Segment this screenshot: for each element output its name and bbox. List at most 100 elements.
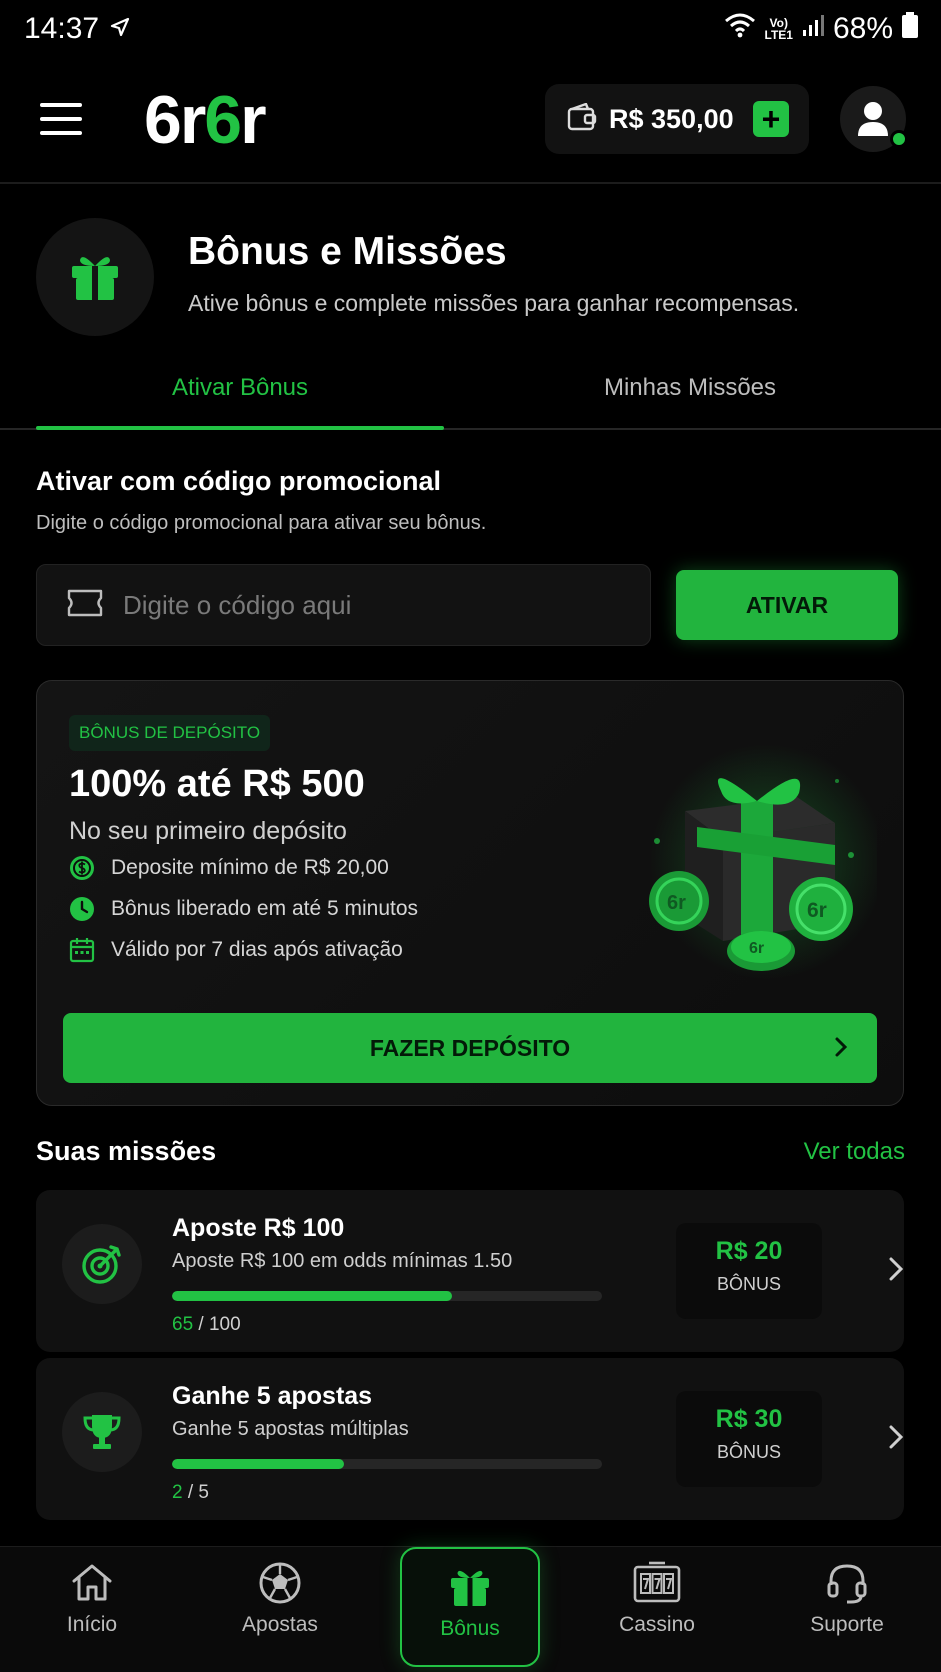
wallet-balance[interactable]: R$ 350,00 +: [545, 84, 809, 154]
active-tab-indicator: [36, 426, 444, 430]
make-deposit-label: FAZER DEPÓSITO: [369, 1034, 571, 1061]
bonus-feature-validity: Válido por 7 dias após ativação: [69, 937, 403, 963]
slot-machine-icon: [633, 1561, 681, 1603]
promo-section-description: Digite o código promocional para ativar …: [36, 512, 487, 534]
mission-progress-fill: [172, 1291, 452, 1301]
wallet-amount: R$ 350,00: [609, 103, 734, 134]
mission-card[interactable]: Ganhe 5 apostas Ganhe 5 apostas múltipla…: [36, 1358, 904, 1520]
promo-code-input[interactable]: [123, 589, 583, 621]
see-all-missions-link[interactable]: Ver todas: [804, 1138, 905, 1166]
battery-icon: [901, 11, 919, 47]
add-funds-button[interactable]: +: [753, 101, 789, 137]
wallet-icon: [567, 101, 597, 136]
mission-reward-label: BÔNUS: [716, 1274, 781, 1294]
mission-title: Aposte R$ 100: [172, 1214, 345, 1242]
mission-progress-current: 65: [172, 1314, 194, 1335]
mission-reward: R$ 20 BÔNUS: [676, 1223, 822, 1319]
gift-icon: [451, 1570, 489, 1606]
mission-reward-amount: R$ 30: [715, 1405, 783, 1433]
status-right: Vo) LTE1 68%: [723, 11, 920, 47]
brand-logo[interactable]: 6r6r: [144, 80, 267, 160]
coin-label: 6r: [749, 940, 764, 957]
coin-label: 6r: [667, 892, 686, 914]
bottom-navigation: Início Apostas Bônus Cassino Suporte: [0, 1546, 941, 1672]
nav-item-bonus[interactable]: Bônus: [400, 1547, 540, 1667]
coin-label: 6r: [807, 899, 827, 922]
mission-icon-wrap: [62, 1392, 142, 1472]
promo-code-field[interactable]: [36, 564, 651, 646]
mission-card[interactable]: Aposte R$ 100 Aposte R$ 100 em odds míni…: [36, 1190, 904, 1352]
bonus-feature-release-time: Bônus liberado em até 5 minutos: [69, 896, 418, 922]
ticket-icon: [67, 589, 103, 622]
hamburger-icon: [40, 103, 82, 135]
wifi-icon: [723, 12, 757, 46]
bonus-feature-text: Deposite mínimo de R$ 20,00: [111, 856, 389, 879]
mission-progress-count: 2 / 5: [172, 1482, 209, 1504]
mission-progress-count: 65 / 100: [172, 1314, 241, 1336]
mission-progress-total: / 100: [198, 1314, 241, 1335]
gift-icon: [72, 257, 118, 300]
bonus-badge: BÔNUS DE DEPÓSITO: [69, 715, 271, 751]
mission-icon-wrap: [62, 1224, 142, 1304]
logo-part-2: 6: [204, 82, 242, 158]
bonus-feature-text: Válido por 7 dias após ativação: [111, 938, 403, 961]
bonus-hero-icon: [36, 218, 154, 336]
mission-description: Ganhe 5 apostas múltiplas: [172, 1418, 409, 1440]
home-icon: [72, 1564, 112, 1601]
chevron-right-icon[interactable]: [888, 1424, 904, 1450]
nav-label: Bônus: [440, 1617, 500, 1640]
tab-my-missions[interactable]: Minhas Missões: [490, 374, 890, 402]
chevron-right-icon: [835, 1037, 848, 1057]
tab-bar: Ativar Bônus Minhas Missões: [0, 360, 941, 430]
mission-progress-fill: [172, 1459, 344, 1469]
logo-part-1: 6r: [144, 82, 206, 158]
battery-text: 68%: [832, 12, 893, 45]
bonus-feature-min-deposit: Deposite mínimo de R$ 20,00: [69, 855, 389, 881]
volte-indicator: Vo) LTE1: [765, 17, 793, 41]
soccer-ball-icon: [259, 1562, 301, 1604]
chevron-right-icon[interactable]: [888, 1256, 904, 1282]
status-left: 14:37: [24, 12, 131, 46]
bonus-headline: 100% até R$ 500: [69, 763, 365, 805]
nav-item-bets[interactable]: Apostas: [205, 1561, 355, 1661]
clock-icon: [70, 897, 94, 921]
mission-progress-total: / 5: [187, 1482, 209, 1503]
mission-progress-bar: [172, 1291, 602, 1301]
trophy-icon: [83, 1415, 121, 1449]
nav-item-support[interactable]: Suporte: [772, 1561, 922, 1661]
page-subtitle: Ative bônus e complete missões para ganh…: [188, 290, 800, 316]
make-deposit-button[interactable]: FAZER DEPÓSITO: [63, 1013, 877, 1083]
tab-activate-bonus[interactable]: Ativar Bônus: [36, 374, 444, 402]
user-icon: [858, 102, 888, 136]
mission-description: Aposte R$ 100 em odds mínimas 1.50: [172, 1250, 513, 1272]
status-bar: 14:37 Vo) LTE1 68%: [0, 0, 941, 58]
bonus-feature-text: Bônus liberado em até 5 minutos: [111, 897, 419, 920]
online-status-dot: [890, 130, 908, 148]
nav-label: Apostas: [242, 1613, 318, 1636]
mission-progress-bar: [172, 1459, 602, 1469]
mission-title: Ganhe 5 apostas: [172, 1382, 373, 1410]
nav-label: Cassino: [619, 1613, 695, 1636]
menu-button[interactable]: [40, 102, 82, 136]
mission-reward-amount: R$ 20: [715, 1237, 783, 1265]
deposit-bonus-card: BÔNUS DE DEPÓSITO 100% até R$ 500 No seu…: [36, 680, 904, 1106]
nav-item-home[interactable]: Início: [17, 1561, 167, 1661]
status-time: 14:37: [24, 12, 100, 45]
dollar-icon: [70, 856, 94, 880]
activate-button[interactable]: ATIVAR: [676, 570, 898, 640]
mission-reward: R$ 30 BÔNUS: [676, 1391, 822, 1487]
volte-bottom: LTE1: [764, 28, 793, 42]
mission-reward-label: BÔNUS: [716, 1442, 781, 1462]
navigation-arrow-icon: [109, 12, 131, 46]
missions-section-title: Suas missões: [36, 1136, 217, 1166]
user-avatar[interactable]: [840, 86, 908, 152]
page-title: Bônus e Missões: [188, 230, 507, 273]
app-header: 6r6r R$ 350,00 +: [0, 58, 941, 184]
gift-box-illustration: 6r 6r 6r: [649, 743, 877, 979]
bonus-subtitle: No seu primeiro depósito: [69, 817, 347, 845]
target-icon: [82, 1245, 121, 1284]
nav-item-casino[interactable]: Cassino: [582, 1561, 732, 1661]
calendar-icon: [69, 938, 95, 963]
promo-section-title: Ativar com código promocional: [36, 466, 442, 496]
headset-icon: [827, 1564, 867, 1604]
